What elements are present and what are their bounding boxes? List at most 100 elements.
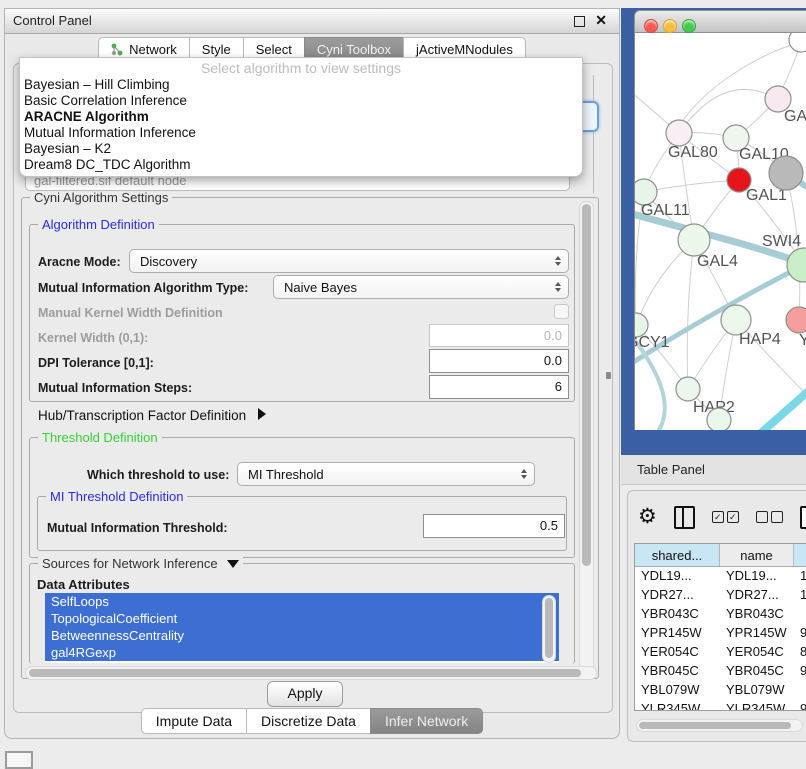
network-window-titlebar[interactable] bbox=[634, 10, 806, 33]
algorithm-option[interactable]: Mutual Information Inference bbox=[20, 125, 582, 141]
attributes-vscrollbar[interactable] bbox=[542, 595, 556, 663]
table-cell[interactable]: YDL19... bbox=[720, 567, 794, 586]
dpi-tolerance-label: DPI Tolerance [0,1]: bbox=[38, 356, 154, 370]
algorithm-option[interactable]: Dream8 DC_TDC Algorithm bbox=[20, 157, 582, 173]
control-panel-titlebar[interactable]: Control Panel ✕ bbox=[5, 9, 619, 34]
split-columns-icon[interactable] bbox=[674, 506, 695, 529]
network-view-canvas[interactable]: GALGAL80GAL10GAL1GAL11GAL4SWI4GCY1HAP4YH… bbox=[634, 33, 806, 430]
minimize-traffic-light-icon[interactable] bbox=[663, 19, 677, 33]
zoom-traffic-light-icon[interactable] bbox=[682, 19, 696, 33]
minimized-panel-icon[interactable] bbox=[5, 751, 33, 769]
control-panel-title: Control Panel bbox=[13, 13, 92, 28]
table-cell[interactable]: YPR145W bbox=[720, 624, 794, 643]
table-cell[interactable]: 9. bbox=[794, 700, 806, 711]
dpi-tolerance-input[interactable]: 0.0 bbox=[429, 349, 569, 373]
network-node[interactable] bbox=[666, 120, 692, 146]
tab-impute-data[interactable]: Impute Data bbox=[141, 708, 246, 734]
network-tab-icon bbox=[111, 43, 124, 56]
sources-title[interactable]: Sources for Network Inference bbox=[38, 556, 243, 571]
float-window-icon[interactable] bbox=[574, 16, 585, 27]
table-row[interactable]: YBL079WYBL079W bbox=[635, 681, 806, 700]
settings-vertical-scrollbar[interactable] bbox=[579, 201, 594, 673]
table-cell[interactable]: 9. bbox=[794, 624, 806, 643]
network-node[interactable] bbox=[786, 307, 806, 333]
attribute-item[interactable]: BetweennessCentrality bbox=[45, 627, 559, 644]
which-threshold-combo[interactable]: MI Threshold bbox=[237, 462, 535, 486]
table-row[interactable]: YDL19...YDL19...13 bbox=[635, 567, 806, 586]
unchecked-pair-icon[interactable] bbox=[756, 511, 783, 523]
table-row[interactable]: YER054CYER054C8. bbox=[635, 643, 806, 662]
algorithm-option[interactable]: Basic Correlation Inference bbox=[20, 93, 582, 109]
scrollbar-thumb[interactable] bbox=[545, 598, 553, 658]
node-table[interactable]: shared... name YDL19...YDL19...13YDR27..… bbox=[634, 543, 806, 711]
table-cell[interactable] bbox=[794, 605, 806, 624]
node-label: GAL80 bbox=[668, 144, 718, 161]
network-node[interactable] bbox=[789, 33, 806, 52]
manual-kernel-checkbox[interactable] bbox=[554, 304, 569, 319]
table-row[interactable]: YLR345WYLR345W9. bbox=[635, 700, 806, 711]
table-cell[interactable]: 12 bbox=[794, 586, 806, 605]
splitpane-handle[interactable] bbox=[606, 372, 611, 379]
table-row[interactable]: YDR27...YDR27...12 bbox=[635, 586, 806, 605]
table-hscrollbar[interactable] bbox=[636, 719, 803, 732]
checked-pair-icon[interactable] bbox=[712, 511, 739, 523]
attributes-hscrollbar[interactable] bbox=[25, 666, 597, 680]
network-node[interactable] bbox=[787, 248, 806, 282]
table-row[interactable]: YPR145WYPR145W9. bbox=[635, 624, 806, 643]
table-cell[interactable]: YDR27... bbox=[720, 586, 794, 605]
table-cell[interactable]: 8. bbox=[794, 643, 806, 662]
table-cell[interactable]: YER054C bbox=[635, 643, 720, 662]
network-node[interactable] bbox=[707, 408, 731, 430]
gear-icon[interactable] bbox=[638, 507, 657, 527]
document-icon[interactable] bbox=[800, 506, 806, 529]
control-panel-window: Control Panel ✕ Network Style Select Cyn… bbox=[4, 8, 620, 739]
table-cell[interactable]: YBL079W bbox=[720, 681, 794, 700]
network-node[interactable] bbox=[769, 156, 803, 190]
table-cell[interactable]: YLR345W bbox=[720, 700, 794, 711]
algorithm-option[interactable]: ARACNE Algorithm bbox=[20, 109, 582, 125]
algorithm-option[interactable]: Bayesian – Hill Climbing bbox=[20, 77, 582, 93]
mi-steps-input[interactable]: 6 bbox=[429, 375, 569, 399]
mi-type-combo[interactable]: Naive Bayes bbox=[273, 275, 569, 299]
scrollbar-thumb[interactable] bbox=[582, 204, 591, 566]
table-cell[interactable]: YBR045C bbox=[635, 662, 720, 681]
table-cell[interactable]: YDL19... bbox=[635, 567, 720, 586]
table-cell[interactable]: 9. bbox=[794, 662, 806, 681]
algorithm-option[interactable]: Bayesian – K2 bbox=[20, 141, 582, 157]
table-cell[interactable]: YER054C bbox=[720, 643, 794, 662]
table-cell[interactable] bbox=[794, 681, 806, 700]
hub-definition-toggle[interactable]: Hub/Transcription Factor Definition bbox=[38, 408, 266, 423]
network-node[interactable] bbox=[676, 377, 700, 401]
column-header-partial[interactable] bbox=[794, 544, 806, 566]
scrollbar-thumb[interactable] bbox=[29, 669, 581, 677]
table-row[interactable]: YBR045CYBR045C9. bbox=[635, 662, 806, 681]
network-node[interactable] bbox=[678, 224, 710, 256]
table-cell[interactable]: 13 bbox=[794, 567, 806, 586]
close-traffic-light-icon[interactable] bbox=[644, 19, 658, 33]
apply-button[interactable]: Apply bbox=[267, 681, 343, 707]
threshold-definition-title: Threshold Definition bbox=[38, 430, 162, 445]
node-label: GAL11 bbox=[641, 202, 690, 219]
scrollbar-thumb[interactable] bbox=[639, 722, 791, 729]
tab-discretize-data[interactable]: Discretize Data bbox=[246, 708, 370, 734]
attribute-item[interactable]: TopologicalCoefficient bbox=[45, 610, 559, 627]
data-attributes-list[interactable]: SelfLoopsTopologicalCoefficientBetweenne… bbox=[45, 593, 559, 663]
table-row[interactable]: YBR043CYBR043C bbox=[635, 605, 806, 624]
table-cell[interactable]: YBL079W bbox=[635, 681, 720, 700]
tab-infer-network[interactable]: Infer Network bbox=[370, 708, 483, 734]
close-icon[interactable]: ✕ bbox=[595, 12, 607, 29]
column-header-shared[interactable]: shared... bbox=[635, 544, 720, 566]
column-header-name[interactable]: name bbox=[720, 544, 794, 566]
kernel-width-input[interactable]: 0.0 bbox=[429, 324, 569, 347]
attribute-item[interactable]: SelfLoops bbox=[45, 593, 559, 610]
attribute-item[interactable]: gal4RGexp bbox=[45, 644, 559, 661]
table-cell[interactable]: YBR045C bbox=[720, 662, 794, 681]
table-cell[interactable]: YPR145W bbox=[635, 624, 720, 643]
mi-threshold-input[interactable]: 0.5 bbox=[423, 514, 565, 538]
table-cell[interactable]: YLR345W bbox=[635, 700, 720, 711]
aracne-mode-combo[interactable]: Discovery bbox=[129, 249, 569, 273]
algorithm-placeholder: Select algorithm to view settings bbox=[20, 58, 582, 77]
table-cell[interactable]: YDR27... bbox=[635, 586, 720, 605]
table-cell[interactable]: YBR043C bbox=[720, 605, 794, 624]
table-cell[interactable]: YBR043C bbox=[635, 605, 720, 624]
